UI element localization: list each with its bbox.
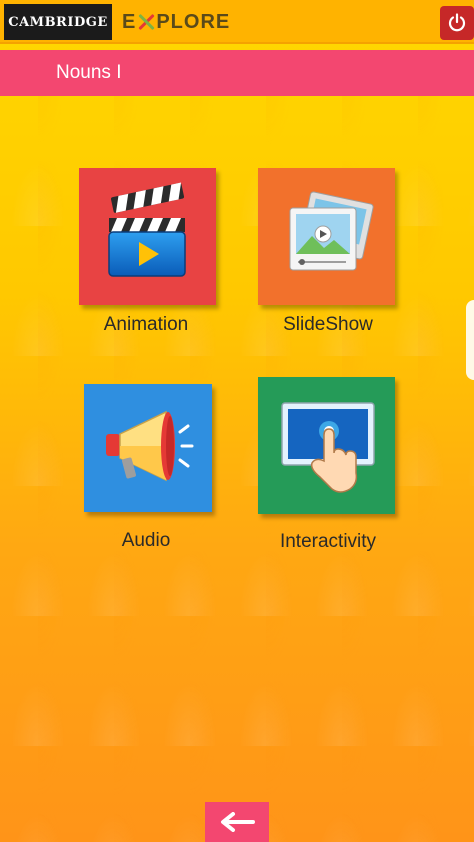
side-drawer-handle[interactable]: [466, 300, 474, 380]
megaphone-icon: [106, 410, 194, 482]
animation-label: Animation: [103, 314, 189, 335]
audio-tile[interactable]: [84, 384, 212, 512]
power-icon: [448, 13, 466, 32]
page-title: Nouns I: [56, 62, 122, 83]
clapperboard-icon: [108, 182, 186, 277]
audio-label: Audio: [121, 530, 171, 551]
power-button[interactable]: [440, 6, 474, 40]
slideshow-icon: [289, 191, 374, 271]
cambridge-logo: CAMBRIDGE: [4, 4, 112, 40]
explore-logo-prefix: E: [122, 10, 137, 33]
background-texture: [0, 96, 474, 842]
top-bar: CAMBRIDGE E PLORE: [0, 0, 474, 44]
interactivity-label: Interactivity: [279, 531, 377, 552]
explore-x-mark-icon: [137, 13, 155, 31]
interactivity-tile[interactable]: [258, 377, 395, 514]
explore-logo: E PLORE: [122, 8, 230, 36]
touch-screen-icon: [281, 402, 375, 493]
slideshow-tile[interactable]: [258, 168, 395, 305]
title-bar: Nouns I: [0, 50, 474, 96]
explore-logo-suffix: PLORE: [156, 10, 231, 33]
cambridge-logo-text: CAMBRIDGE: [8, 14, 108, 30]
back-button[interactable]: [205, 802, 269, 842]
arrow-left-icon: [221, 812, 255, 832]
slideshow-label: SlideShow: [283, 314, 373, 335]
animation-tile[interactable]: [79, 168, 216, 305]
